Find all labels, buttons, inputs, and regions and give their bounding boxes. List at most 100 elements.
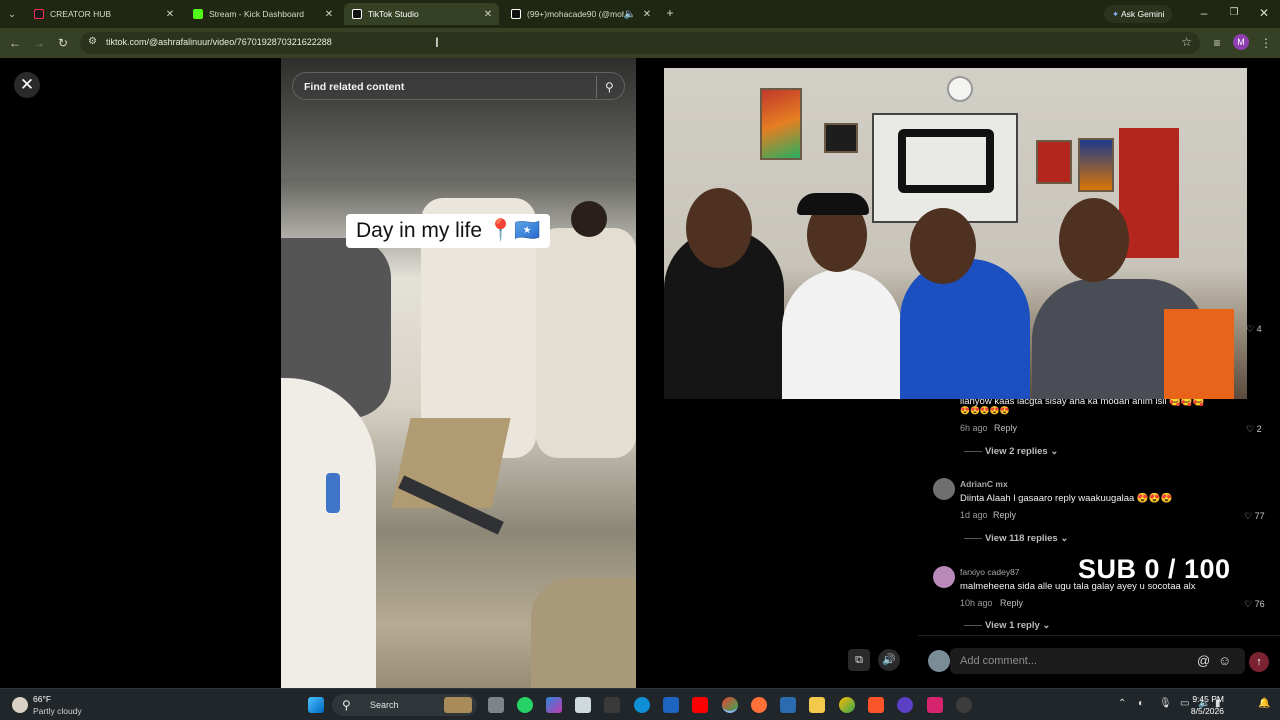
- app-icon[interactable]: [780, 697, 796, 713]
- taskbar-search-label: Search: [370, 700, 399, 710]
- tiktok-live-icon[interactable]: [927, 697, 943, 713]
- tab-tiktok-profile[interactable]: (99+)mohacade90 (@moha 🔈 ✕: [503, 3, 658, 25]
- minimize-icon[interactable]: –: [1196, 5, 1212, 21]
- reading-list-icon[interactable]: ≡: [1209, 35, 1225, 51]
- reload-icon[interactable]: ↻: [55, 35, 71, 51]
- maximize-icon[interactable]: ❐: [1226, 5, 1242, 21]
- comment-time: 1d ago: [960, 510, 988, 520]
- mention-icon[interactable]: @: [1197, 653, 1210, 668]
- tab-title: TikTok Studio: [368, 9, 419, 19]
- ask-gemini-button[interactable]: ✦ Ask Gemini: [1104, 5, 1173, 23]
- file-explorer-icon[interactable]: [809, 697, 825, 713]
- replies-divider: [964, 538, 982, 539]
- tab-title: CREATOR HUB: [50, 9, 112, 19]
- floor-mat: [391, 418, 511, 508]
- firefox-icon[interactable]: [751, 697, 767, 713]
- user-avatar[interactable]: [928, 650, 950, 672]
- wall-art: [760, 88, 802, 160]
- tab-title: Stream - Kick Dashboard: [209, 9, 304, 19]
- streamer: [900, 259, 1030, 399]
- tab-tiktok-studio[interactable]: TikTok Studio ✕: [344, 3, 499, 25]
- sub-goal-counter: SUB 0 / 100: [1078, 554, 1231, 584]
- car-door: [281, 378, 376, 688]
- post-comment-button[interactable]: ↑: [1249, 652, 1269, 672]
- url-text: tiktok.com/@ashrafalinuur/video/76701928…: [106, 37, 332, 47]
- reply-link[interactable]: Reply: [993, 510, 1016, 520]
- search-button[interactable]: ⚲: [596, 76, 618, 98]
- comment-like-count[interactable]: ♡ 4: [1246, 324, 1262, 335]
- text-cursor-icon: I: [435, 34, 439, 50]
- reply-link[interactable]: Reply: [1000, 598, 1023, 608]
- orange-jacket: [1164, 309, 1234, 399]
- microphone-icon[interactable]: 🎙: [1159, 698, 1172, 709]
- speaker-icon[interactable]: 🔈: [624, 9, 636, 20]
- browser-toolbar: ← → ↻ ⚙ tiktok.com/@ashrafalinuur/video/…: [0, 28, 1280, 58]
- reply-link[interactable]: Reply: [994, 423, 1017, 433]
- kick-icon: [193, 9, 203, 19]
- comment-time: 10h ago: [960, 598, 993, 608]
- view-replies-link[interactable]: View 118 replies ⌄: [985, 533, 1068, 544]
- brave-icon[interactable]: [868, 697, 884, 713]
- profile-avatar[interactable]: M: [1233, 34, 1249, 50]
- comment-like-count[interactable]: ♡ 77: [1244, 511, 1265, 522]
- clock-time[interactable]: 9:45 PM: [1176, 694, 1224, 704]
- tab-close-icon[interactable]: ✕: [322, 9, 336, 20]
- close-video-button[interactable]: ✕: [14, 72, 40, 98]
- tab-creator-hub[interactable]: CREATOR HUB ✕: [26, 3, 181, 25]
- bookmark-star-icon[interactable]: ☆: [1181, 35, 1192, 49]
- app-icon[interactable]: [956, 697, 972, 713]
- tray-app-icon[interactable]: ◐: [1138, 698, 1144, 709]
- menu-kebab-icon[interactable]: ⋮: [1258, 35, 1274, 51]
- chevron-down-icon: ⌄: [1050, 446, 1059, 457]
- chrome-icon[interactable]: [722, 697, 738, 713]
- pip-icon[interactable]: ⧉: [848, 649, 870, 671]
- comment-author[interactable]: AdrianC mx: [960, 479, 1008, 489]
- tray-chevron-icon[interactable]: ⌃: [1118, 698, 1126, 709]
- find-related-search[interactable]: Find related content ⚲: [292, 72, 625, 100]
- notification-bell-icon[interactable]: 🔔: [1258, 698, 1270, 709]
- tab-search-chevron-icon[interactable]: ⌄: [4, 6, 20, 22]
- address-bar[interactable]: ⚙ tiktok.com/@ashrafalinuur/video/767019…: [80, 32, 1200, 54]
- add-comment-input[interactable]: Add comment... @ ☺: [950, 648, 1245, 674]
- store-icon[interactable]: [575, 697, 591, 713]
- emoji-icon[interactable]: ☺: [1218, 653, 1231, 668]
- water-bottle: [326, 473, 340, 513]
- taskbar-search[interactable]: ⚲ Search: [332, 694, 477, 716]
- weather-temp[interactable]: 66°F: [33, 694, 51, 704]
- video-player[interactable]: Find related content ⚲ Day in my life 📍🇸…: [281, 58, 636, 688]
- tab-close-icon[interactable]: ✕: [163, 9, 177, 20]
- edge-icon[interactable]: [634, 697, 650, 713]
- forward-icon[interactable]: →: [31, 35, 47, 51]
- chrome-icon[interactable]: [839, 697, 855, 713]
- comment-emojis: 😍😍😍😍😍: [960, 406, 1010, 415]
- copilot-icon[interactable]: [546, 697, 562, 713]
- whatsapp-icon[interactable]: [517, 697, 533, 713]
- weather-icon[interactable]: [12, 697, 28, 713]
- window-close-icon[interactable]: ✕: [1256, 5, 1272, 21]
- new-tab-icon[interactable]: +: [662, 5, 678, 21]
- comment-author[interactable]: farxiyo cadey87: [960, 567, 1020, 577]
- comment-like-count[interactable]: ♡ 2: [1246, 424, 1262, 435]
- tab-close-icon[interactable]: ✕: [481, 9, 495, 20]
- outlook-icon[interactable]: [663, 697, 679, 713]
- camera-icon[interactable]: [604, 697, 620, 713]
- volume-icon[interactable]: 🔊: [878, 649, 900, 671]
- task-view-icon[interactable]: [488, 697, 504, 713]
- tab-close-icon[interactable]: ✕: [640, 9, 654, 20]
- comment-like-count[interactable]: ♡ 76: [1244, 599, 1265, 610]
- avatar[interactable]: [933, 566, 955, 588]
- view-replies-link[interactable]: View 1 reply ⌄: [985, 620, 1050, 631]
- windows-taskbar: 66°F Partly cloudy ⚲ Search ⌃ ◐ 🎙 ▭ 🔈 ▮ …: [0, 688, 1280, 720]
- obs-icon[interactable]: [897, 697, 913, 713]
- view-replies-link[interactable]: View 2 replies ⌄: [985, 446, 1058, 457]
- clock-date[interactable]: 8/5/2026: [1176, 706, 1224, 716]
- weather-desc[interactable]: Partly cloudy: [33, 706, 82, 716]
- avatar[interactable]: [933, 478, 955, 500]
- windows-start-icon[interactable]: [308, 697, 324, 713]
- tab-kick-dashboard[interactable]: Stream - Kick Dashboard ✕: [185, 3, 340, 25]
- tiktok-video-page: ✕ Find related content ⚲ Day in my life …: [0, 58, 1280, 688]
- like-count: 77: [1254, 511, 1265, 521]
- youtube-icon[interactable]: [692, 697, 708, 713]
- site-info-icon[interactable]: ⚙: [88, 36, 97, 47]
- back-icon[interactable]: ←: [7, 35, 23, 51]
